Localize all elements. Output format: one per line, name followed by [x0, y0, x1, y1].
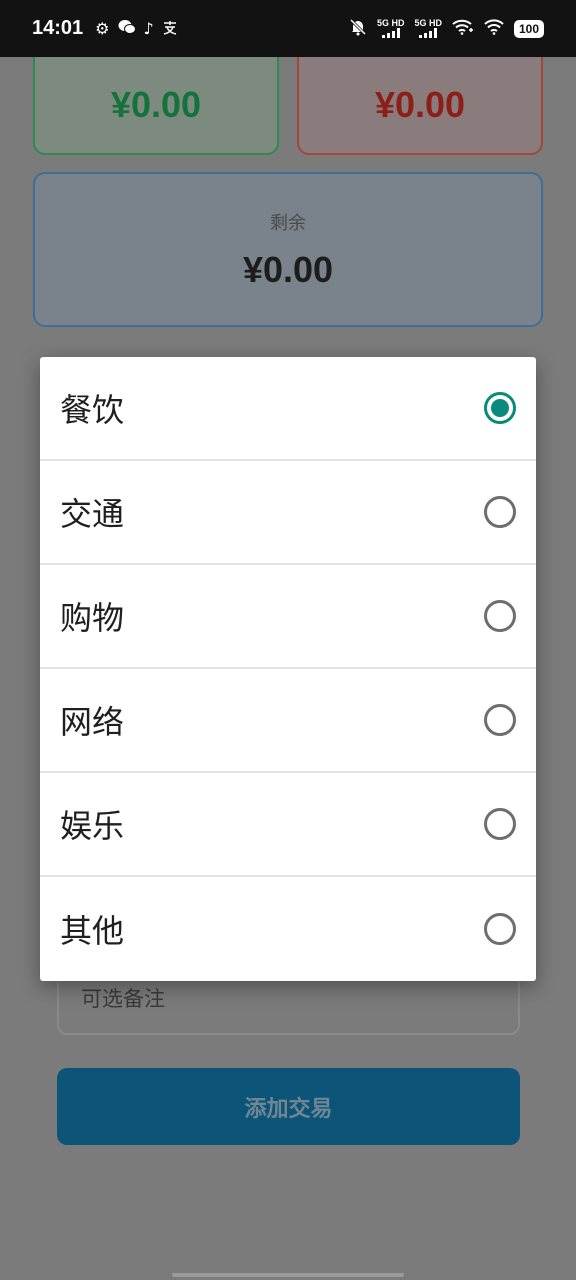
category-option-label: 娱乐: [60, 807, 125, 845]
balance-label: 剩余: [270, 212, 306, 234]
income-amount: ¥0.00: [110, 84, 202, 125]
settings-gear-icon: ⚙: [95, 18, 110, 38]
category-option-other[interactable]: 其他: [40, 877, 536, 981]
alipay-icon: [162, 19, 178, 38]
signal-bars-icon: [414, 28, 442, 38]
category-option-network[interactable]: 网络: [40, 669, 536, 773]
balance-amount: ¥0.00: [242, 248, 334, 290]
category-option-label: 购物: [60, 599, 125, 637]
category-dialog: 餐饮 交通 购物 网络 娱乐 其他: [40, 357, 536, 981]
status-bar: 14:01 ⚙ ♪ 5G HD 5G HD 100: [0, 0, 576, 57]
category-option-label: 餐饮: [60, 391, 125, 429]
category-option-shopping[interactable]: 购物: [40, 565, 536, 669]
wifi-icon: [484, 19, 504, 38]
status-left: 14:01 ⚙ ♪: [32, 17, 178, 40]
category-option-label: 交通: [60, 495, 125, 533]
wechat-icon: [118, 19, 136, 38]
radio-unselected-icon[interactable]: [484, 913, 516, 945]
income-card: ¥0.00: [33, 57, 279, 155]
home-indicator[interactable]: [172, 1273, 404, 1277]
signal-bars-icon: [377, 28, 405, 38]
signal-sim1: 5G HD: [376, 18, 405, 38]
category-option-label: 网络: [60, 703, 125, 741]
add-transaction-button[interactable]: 添加交易: [57, 1068, 520, 1145]
balance-card: 剩余 ¥0.00: [33, 172, 543, 327]
signal-sim2-label: 5G HD: [414, 18, 442, 28]
expense-card: ¥0.00: [297, 57, 543, 155]
status-time: 14:01: [32, 17, 84, 39]
category-option-label: 其他: [60, 912, 125, 950]
radio-unselected-icon[interactable]: [484, 600, 516, 632]
tiktok-icon: ♪: [143, 18, 154, 38]
status-right: 5G HD 5G HD 100: [349, 18, 544, 39]
battery-icon: 100: [513, 19, 544, 38]
mute-bell-icon: [349, 18, 367, 39]
category-option-transport[interactable]: 交通: [40, 461, 536, 565]
category-option-entertainment[interactable]: 娱乐: [40, 773, 536, 877]
radio-unselected-icon[interactable]: [484, 496, 516, 528]
signal-sim2: 5G HD: [414, 19, 442, 38]
expense-amount: ¥0.00: [374, 84, 466, 125]
radio-unselected-icon[interactable]: [484, 808, 516, 840]
wifi-plus-icon: [452, 19, 474, 38]
category-option-dining[interactable]: 餐饮: [40, 357, 536, 461]
radio-unselected-icon[interactable]: [484, 704, 516, 736]
signal-sim1-label: 5G HD: [376, 18, 405, 28]
radio-selected-icon[interactable]: [484, 392, 516, 424]
